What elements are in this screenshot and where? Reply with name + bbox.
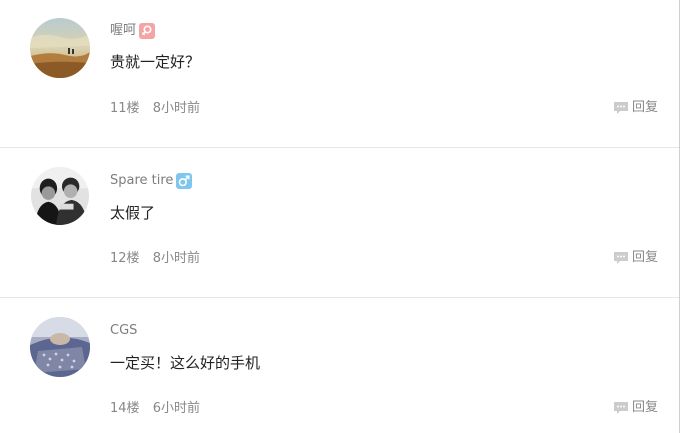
comment-list-page: 喔呵 贵就一定好？ 11楼 8小时前 回复 Spare tire 太假了 12楼… (0, 0, 680, 433)
comment-time: 8小时前 (152, 101, 200, 116)
comment-time: 8小时前 (152, 251, 200, 266)
female-icon (139, 23, 156, 39)
comment-meta: 12楼 8小时前 (110, 250, 200, 268)
comment-item: 喔呵 贵就一定好？ 11楼 8小时前 回复 (0, 0, 679, 150)
username[interactable]: Spare tire (110, 172, 173, 190)
username[interactable]: 喔呵 (110, 22, 136, 40)
comment-text: 贵就一定好？ (110, 53, 201, 71)
avatar[interactable] (30, 18, 90, 78)
divider (0, 297, 679, 298)
male-icon (176, 173, 193, 189)
comment-meta: 11楼 8小时前 (110, 100, 200, 118)
reply-button[interactable]: 回复 (613, 99, 658, 117)
comment-bubble-icon (613, 102, 628, 114)
user-row: Spare tire (110, 172, 193, 190)
comment-text: 太假了 (110, 204, 156, 222)
floor-number: 14楼 (110, 401, 140, 416)
comment-bubble-icon (613, 252, 628, 264)
reply-label: 回复 (631, 100, 658, 115)
floor-number: 11楼 (110, 101, 140, 116)
reply-label: 回复 (631, 400, 658, 415)
user-row: CGS (110, 322, 137, 340)
avatar[interactable] (31, 167, 89, 225)
divider (0, 147, 679, 148)
avatar[interactable] (30, 317, 90, 377)
user-row: 喔呵 (110, 22, 156, 40)
comment-item: Spare tire 太假了 12楼 8小时前 回复 (0, 150, 679, 300)
comment-text: 一定买！这么好的手机 (110, 354, 261, 372)
comment-time: 6小时前 (152, 401, 200, 416)
reply-button[interactable]: 回复 (613, 399, 658, 417)
floor-number: 12楼 (110, 251, 140, 266)
comment-item: CGS 一定买！这么好的手机 14楼 6小时前 回复 (0, 300, 679, 433)
reply-label: 回复 (631, 250, 658, 265)
comment-bubble-icon (613, 402, 628, 414)
reply-button[interactable]: 回复 (613, 249, 658, 267)
username[interactable]: CGS (110, 322, 137, 340)
comment-meta: 14楼 6小时前 (110, 400, 200, 418)
